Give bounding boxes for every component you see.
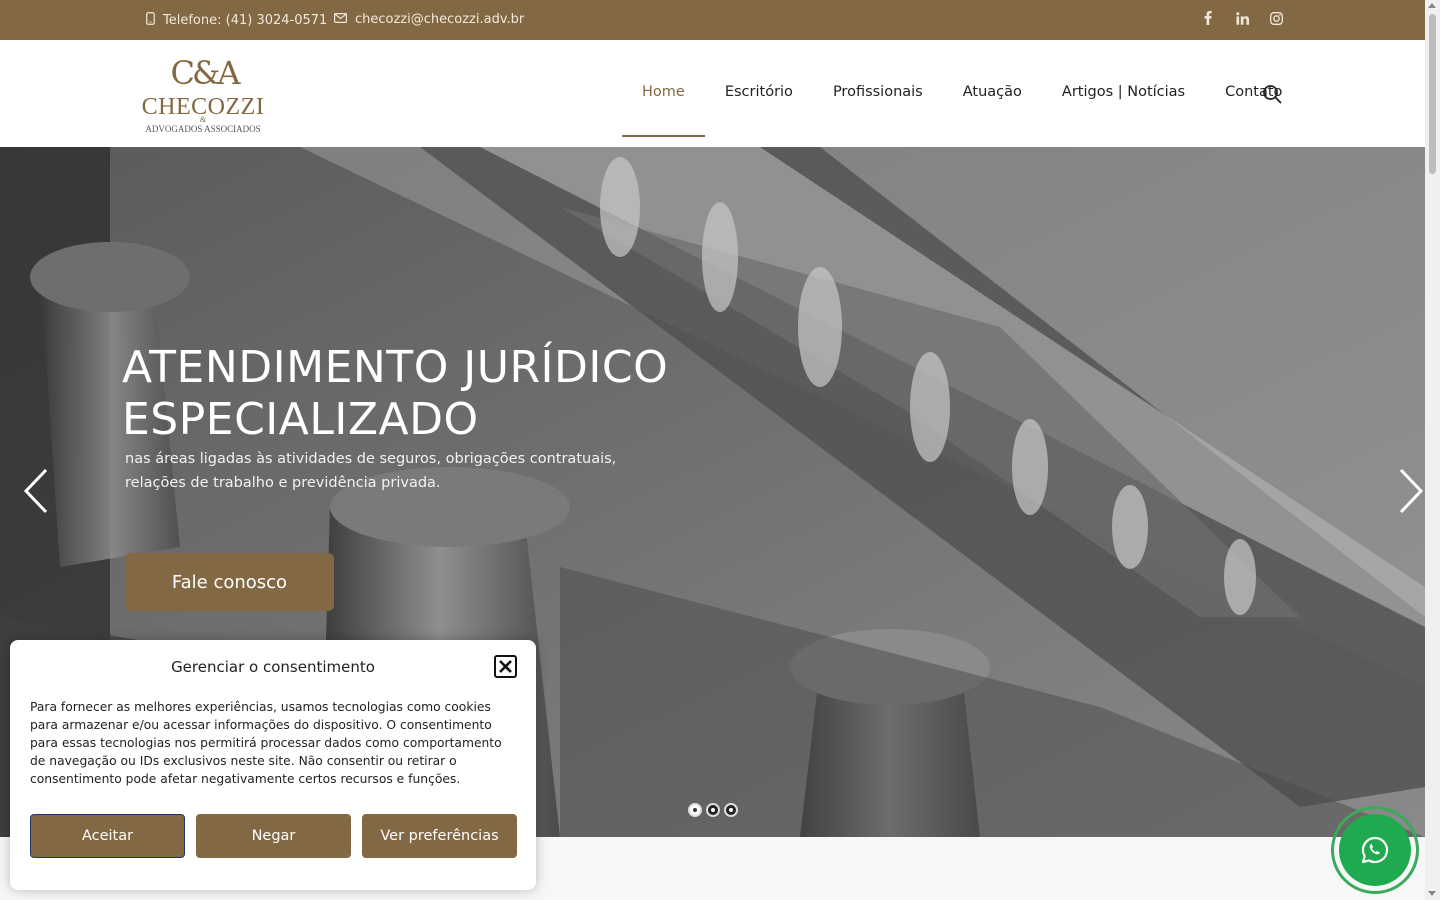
slider-pagination	[688, 803, 738, 817]
scroll-up-arrow[interactable]	[1428, 3, 1436, 8]
phone-icon	[146, 12, 155, 29]
email-text: checozzi@checozzi.adv.br	[355, 12, 525, 27]
nav-item-atuacao[interactable]: Atuação	[943, 40, 1042, 137]
email-contact[interactable]: checozzi@checozzi.adv.br	[334, 12, 524, 27]
whatsapp-icon	[1339, 814, 1411, 886]
main-nav: Home Escritório Profissionais Atuação Ar…	[622, 40, 1302, 137]
logo-ampersand: &	[200, 115, 207, 124]
deny-button[interactable]: Negar	[196, 814, 351, 858]
page-scrollbar[interactable]	[1425, 0, 1440, 900]
chevron-right-icon[interactable]	[1395, 467, 1425, 515]
close-icon[interactable]	[494, 655, 517, 678]
phone-contact[interactable]: Telefone: (41) 3024-0571	[146, 12, 327, 29]
nav-item-contato[interactable]: Contato	[1205, 40, 1302, 137]
search-icon[interactable]	[1262, 84, 1282, 104]
scroll-down-arrow[interactable]	[1428, 891, 1436, 896]
whatsapp-button[interactable]	[1331, 806, 1419, 894]
contact-us-button[interactable]: Fale conosco	[125, 553, 334, 611]
scrollbar-thumb[interactable]	[1429, 14, 1436, 174]
slide-dot-2[interactable]	[706, 803, 720, 817]
facebook-icon[interactable]	[1200, 9, 1216, 27]
site-logo[interactable]: C&A CHECOZZI & ADVOGADOS ASSOCIADOS	[142, 54, 266, 136]
accept-button[interactable]: Aceitar	[30, 814, 185, 858]
linkedin-icon[interactable]	[1234, 9, 1250, 27]
cookie-consent-dialog: Gerenciar o consentimento Para fornecer …	[10, 640, 536, 890]
mail-icon	[334, 12, 348, 27]
nav-item-home[interactable]: Home	[622, 40, 705, 137]
slide-dot-1[interactable]	[688, 803, 702, 817]
nav-item-profissionais[interactable]: Profissionais	[813, 40, 943, 137]
nav-item-artigos[interactable]: Artigos | Notícias	[1042, 40, 1205, 137]
site-header: C&A CHECOZZI & ADVOGADOS ASSOCIADOS Home…	[0, 40, 1425, 147]
phone-text: Telefone: (41) 3024-0571	[163, 13, 328, 28]
social-links	[1200, 9, 1284, 27]
hero-title-line1: ATENDIMENTO JURÍDICO	[122, 342, 669, 393]
logo-tagline: ADVOGADOS ASSOCIADOS	[145, 124, 260, 134]
consent-title: Gerenciar o consentimento	[171, 658, 375, 676]
consent-text: Para fornecer as melhores experiências, …	[30, 700, 502, 786]
hero-title: ATENDIMENTO JURÍDICO ESPECIALIZADO	[122, 342, 668, 446]
slide-dot-3[interactable]	[724, 803, 738, 817]
logo-monogram: C&A	[170, 54, 241, 92]
hero-subtitle: nas áreas ligadas às atividades de segur…	[125, 451, 617, 491]
instagram-icon[interactable]	[1268, 9, 1284, 27]
nav-item-escritorio[interactable]: Escritório	[705, 40, 813, 137]
hero-title-line2: ESPECIALIZADO	[122, 394, 479, 445]
chevron-left-icon[interactable]	[22, 467, 52, 515]
top-bar: Telefone: (41) 3024-0571 checozzi@checoz…	[0, 0, 1425, 40]
view-preferences-button[interactable]: Ver preferências	[362, 814, 517, 858]
